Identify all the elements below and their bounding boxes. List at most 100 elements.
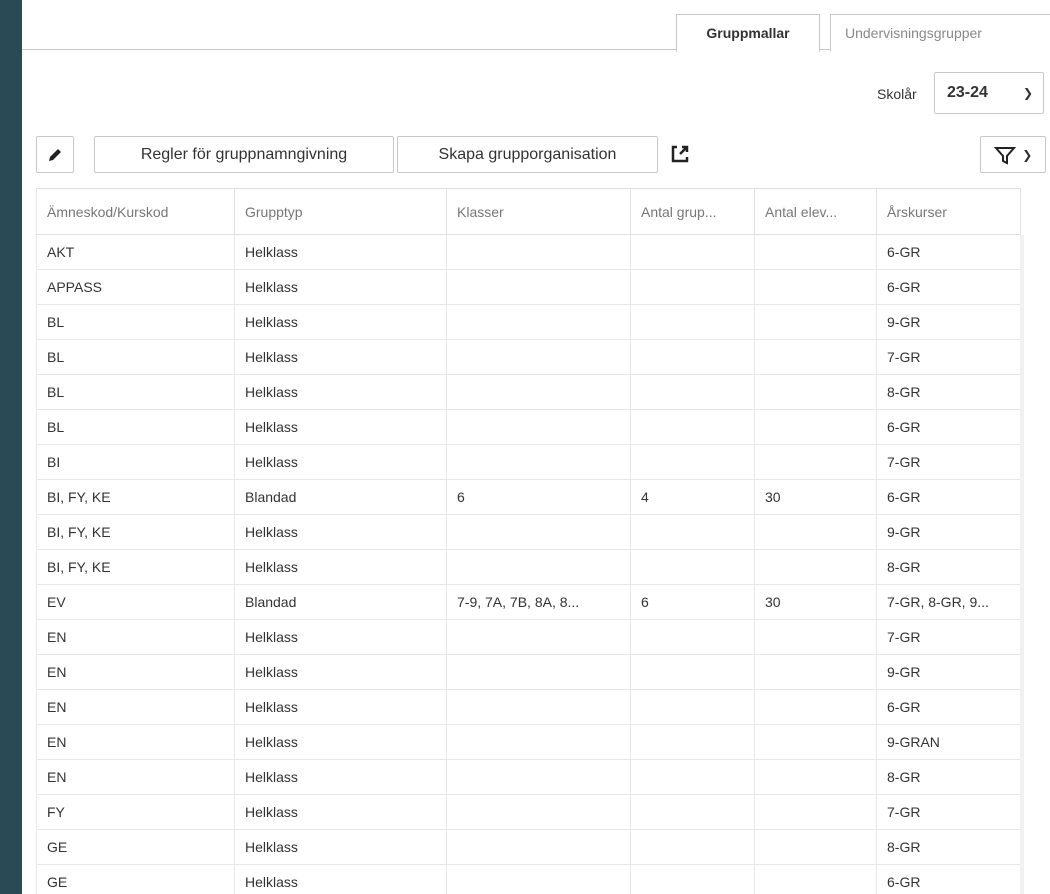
table-cell: Helklass [234,409,447,445]
tab-bar: Gruppmallar Undervisningsgrupper [22,0,1050,52]
table-cell: EN [36,619,235,655]
table-cell: 7-GR, 8-GR, 9... [876,584,1021,620]
table-row[interactable]: APPASS Helklass 6-GR [36,269,1021,305]
table-cell: 6-GR [876,689,1021,725]
table-cell [446,269,631,305]
create-group-organisation-button[interactable]: Skapa grupporganisation [397,136,658,173]
table-cell [446,724,631,760]
table-cell [630,444,755,480]
table-cell [754,724,877,760]
table-row[interactable]: BI, FY, KE Blandad 6 4 30 6-GR [36,479,1021,515]
table-cell [754,864,877,894]
table-cell: APPASS [36,269,235,305]
table-cell [630,794,755,830]
table-cell [754,304,877,340]
table-cell [754,374,877,410]
tab-gruppmallar[interactable]: Gruppmallar [676,14,820,52]
column-header-antal-grupper[interactable]: Antal grup... [630,188,755,235]
table-row[interactable]: BI Helklass 7-GR [36,444,1021,480]
table-cell [630,374,755,410]
table-cell: 6-GR [876,479,1021,515]
table-row[interactable]: BL Helklass 9-GR [36,304,1021,340]
table-row[interactable]: FY Helklass 7-GR [36,794,1021,830]
table-row[interactable]: GE Helklass 6-GR [36,864,1021,894]
table-row[interactable]: EV Blandad 7-9, 7A, 7B, 8A, 8... 6 30 7-GR, 8… [36,584,1021,620]
school-year-select[interactable]: 23-24 ❯ [934,72,1044,114]
table-cell [754,759,877,795]
table-row[interactable]: BI, FY, KE Helklass 8-GR [36,549,1021,585]
table-cell: Blandad [234,479,447,515]
external-link-icon [671,145,689,163]
table-row[interactable]: GE Helklass 8-GR [36,829,1021,865]
table-cell [446,304,631,340]
table-cell [446,864,631,894]
table-cell: 8-GR [876,829,1021,865]
table-cell: 8-GR [876,549,1021,585]
table-cell [446,759,631,795]
table-cell [630,409,755,445]
table-cell: FY [36,794,235,830]
table-cell [754,444,877,480]
group-templates-panel: Gruppmallar Undervisningsgrupper Skolår … [22,0,1050,894]
table-cell [630,619,755,655]
table-cell: Helklass [234,864,447,894]
filter-button[interactable]: ❯ [980,136,1046,173]
chevron-down-icon: ❯ [1022,148,1033,162]
table-cell: 6-GR [876,864,1021,894]
table-cell: 6 [630,584,755,620]
table-cell: Helklass [234,339,447,375]
school-year-value: 23-24 [947,84,988,101]
table-cell: BL [36,374,235,410]
table-cell: 7-GR [876,619,1021,655]
table-cell [754,689,877,725]
column-header-klasser[interactable]: Klasser [446,188,631,235]
column-header-amneskod[interactable]: Ämneskod/Kurskod [36,188,235,235]
table-row[interactable]: BL Helklass 8-GR [36,374,1021,410]
table-cell [630,654,755,690]
edit-button[interactable] [36,136,74,173]
tab-undervisningsgrupper[interactable]: Undervisningsgrupper [830,14,1050,51]
table-cell [630,689,755,725]
export-button[interactable] [662,136,698,173]
column-header-arskurser[interactable]: Årskurser [876,188,1021,235]
table-row[interactable]: BI, FY, KE Helklass 9-GR [36,514,1021,550]
table-cell: Helklass [234,514,447,550]
table-cell [446,514,631,550]
table-cell [630,549,755,585]
table-cell [754,234,877,270]
school-year-label: Skolår [877,86,917,102]
table-row[interactable]: EN Helklass 9-GR [36,654,1021,690]
table-cell: Helklass [234,689,447,725]
table-row[interactable]: AKT Helklass 6-GR [36,234,1021,270]
table-row[interactable]: BL Helklass 6-GR [36,409,1021,445]
table-cell [754,829,877,865]
table-row[interactable]: EN Helklass 6-GR [36,689,1021,725]
table-cell: Helklass [234,794,447,830]
naming-rules-button[interactable]: Regler för gruppnamngivning [94,136,394,173]
table-row[interactable]: EN Helklass 9-GRAN [36,724,1021,760]
table-cell: Helklass [234,374,447,410]
table-row[interactable]: BL Helklass 7-GR [36,339,1021,375]
table-cell [630,514,755,550]
table-cell: 9-GR [876,654,1021,690]
table-cell [630,759,755,795]
table-cell: 6-GR [876,269,1021,305]
table-cell [446,654,631,690]
table-cell: Helklass [234,269,447,305]
table-cell: 8-GR [876,374,1021,410]
column-header-grupptyp[interactable]: Grupptyp [234,188,447,235]
table-cell: 9-GR [876,514,1021,550]
vertical-scrollbar[interactable] [1020,235,1024,894]
table-cell: 30 [754,479,877,515]
table-cell: GE [36,829,235,865]
table-row[interactable]: EN Helklass 8-GR [36,759,1021,795]
table-cell: 30 [754,584,877,620]
table-cell: Helklass [234,549,447,585]
table-cell [630,829,755,865]
table-cell: 7-GR [876,339,1021,375]
table-cell: 9-GR [876,304,1021,340]
column-header-antal-elever[interactable]: Antal elev... [754,188,877,235]
table-cell: BL [36,304,235,340]
table-cell: 7-GR [876,794,1021,830]
table-row[interactable]: EN Helklass 7-GR [36,619,1021,655]
